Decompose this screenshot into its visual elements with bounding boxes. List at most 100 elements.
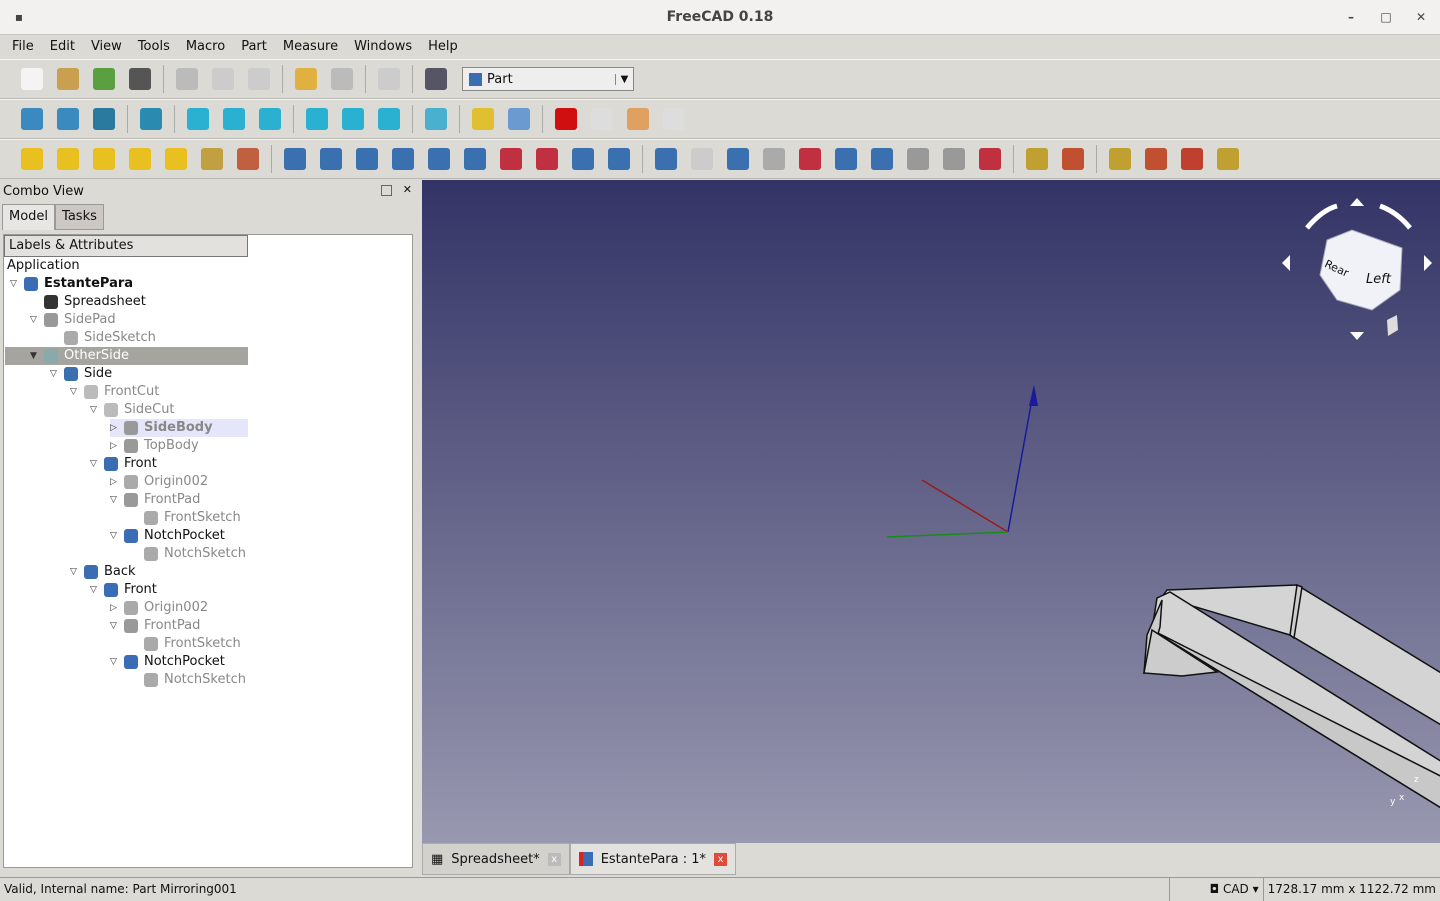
undo-icon[interactable] (295, 68, 317, 90)
mirror-icon[interactable] (356, 148, 378, 170)
menu-windows[interactable]: Windows (346, 36, 420, 58)
copy-icon[interactable] (212, 68, 234, 90)
cut-icon[interactable] (176, 68, 198, 90)
expand-arrow-icon[interactable]: ▽ (110, 617, 124, 635)
view-top-icon[interactable] (223, 108, 245, 130)
whats-this-icon[interactable] (425, 68, 447, 90)
extrude-icon[interactable] (284, 148, 306, 170)
thickness-icon[interactable] (608, 148, 630, 170)
new-icon[interactable] (21, 68, 43, 90)
close-button[interactable]: ✕ (1406, 0, 1436, 34)
check-geometry-icon[interactable] (907, 148, 929, 170)
tree-item-front[interactable]: ▽ Front (90, 581, 157, 599)
tab-model[interactable]: Model (2, 204, 56, 230)
menu-measure[interactable]: Measure (275, 36, 346, 58)
refresh-icon[interactable] (378, 68, 400, 90)
draw-style-icon[interactable] (93, 108, 115, 130)
measure-icon[interactable] (425, 108, 447, 130)
record-macro-icon[interactable] (555, 108, 577, 130)
expand-arrow-icon[interactable]: ▷ (110, 473, 124, 491)
compound-icon[interactable] (871, 148, 893, 170)
tree-item-notchsketch[interactable]: NotchSketch (130, 671, 246, 689)
tree-item-topbody[interactable]: ▷ TopBody (110, 437, 199, 455)
create-primitives-icon[interactable] (201, 148, 223, 170)
fit-selection-icon[interactable] (57, 108, 79, 130)
expand-arrow-icon[interactable]: ▽ (110, 491, 124, 509)
cylinder-icon[interactable] (57, 148, 79, 170)
doc-tab-spreadsheet[interactable]: ▦ Spreadsheet* x (422, 843, 570, 875)
expand-arrow-icon[interactable]: ▽ (10, 275, 24, 293)
tree-item-frontcut[interactable]: ▽ FrontCut (70, 383, 159, 401)
3d-view[interactable]: Rear Left z x y (422, 180, 1440, 843)
menu-file[interactable]: File (4, 36, 42, 58)
tree-item-side[interactable]: ▽ Side (50, 365, 112, 383)
box-icon[interactable] (21, 148, 43, 170)
view-isometric-icon[interactable] (140, 108, 162, 130)
attachment-icon[interactable] (1026, 148, 1048, 170)
group-icon[interactable] (508, 108, 530, 130)
shape-builder-icon[interactable] (237, 148, 259, 170)
doc-tab-estantepara[interactable]: EstantePara : 1* x (569, 843, 737, 875)
tree-item-otherside[interactable]: ▼ OtherSide (5, 347, 248, 365)
chamfer-icon[interactable] (428, 148, 450, 170)
common-icon[interactable] (763, 148, 785, 170)
save-icon[interactable] (93, 68, 115, 90)
expand-arrow-icon[interactable]: ▽ (110, 527, 124, 545)
tree-item-frontsketch[interactable]: FrontSketch (130, 635, 241, 653)
sphere-icon[interactable] (93, 148, 115, 170)
tree-item-notchpocket[interactable]: ▽ NotchPocket (110, 653, 225, 671)
boolean-icon[interactable] (655, 148, 677, 170)
view-right-icon[interactable] (259, 108, 281, 130)
expand-arrow-icon[interactable]: ▽ (110, 653, 124, 671)
view-rear-icon[interactable] (306, 108, 328, 130)
tree-item-sidecut[interactable]: ▽ SideCut (90, 401, 175, 419)
fillet-icon[interactable] (392, 148, 414, 170)
expand-arrow-icon[interactable]: ▼ (30, 347, 44, 365)
expand-arrow-icon[interactable]: ▽ (70, 383, 84, 401)
edit-macro-icon[interactable] (627, 108, 649, 130)
explode-compound-icon[interactable] (1181, 148, 1203, 170)
fuse-icon[interactable] (727, 148, 749, 170)
revolve-icon[interactable] (320, 148, 342, 170)
menu-macro[interactable]: Macro (178, 36, 233, 58)
tree-item-sidepad[interactable]: ▽ SidePad (30, 311, 116, 329)
expand-arrow-icon[interactable]: ▽ (70, 563, 84, 581)
defeaturing-icon[interactable] (943, 148, 965, 170)
attachment-editor-icon[interactable] (1062, 148, 1084, 170)
split-icon[interactable] (835, 148, 857, 170)
menu-view[interactable]: View (83, 36, 130, 58)
tree-item-origin002[interactable]: ▷ Origin002 (110, 473, 208, 491)
paste-icon[interactable] (248, 68, 270, 90)
navigation-style-button[interactable]: ◘ CAD ▾ (1168, 877, 1263, 901)
tree-item-sidebody[interactable]: ▷ SideBody (110, 419, 248, 437)
workbench-selector[interactable]: Part ▼ (462, 67, 634, 91)
tree-item-sidesketch[interactable]: SideSketch (50, 329, 156, 347)
section-icon[interactable] (1109, 148, 1131, 170)
tree-item-estantepara[interactable]: ▽ EstantePara (10, 275, 133, 293)
expand-arrow-icon[interactable]: ▷ (110, 599, 124, 617)
tree-item-spreadsheet[interactable]: Spreadsheet (30, 293, 146, 311)
torus-icon[interactable] (165, 148, 187, 170)
expand-arrow-icon[interactable]: ▽ (30, 311, 44, 329)
view-left-icon[interactable] (378, 108, 400, 130)
print-icon[interactable] (129, 68, 151, 90)
tree-item-frontpad[interactable]: ▽ FrontPad (110, 491, 200, 509)
expand-arrow-icon[interactable]: ▽ (90, 581, 104, 599)
run-macro-icon[interactable] (663, 108, 685, 130)
fit-all-icon[interactable] (21, 108, 43, 130)
tree-item-frontsketch[interactable]: FrontSketch (130, 509, 241, 527)
close-panel-icon[interactable]: ✕ (403, 183, 412, 196)
tree-item-notchpocket[interactable]: ▽ NotchPocket (110, 527, 225, 545)
cone-icon[interactable] (129, 148, 151, 170)
cross-sections-icon[interactable] (979, 148, 1001, 170)
make-face-icon[interactable] (464, 148, 486, 170)
expand-arrow-icon[interactable]: ▽ (90, 455, 104, 473)
slice-icon[interactable] (1145, 148, 1167, 170)
part-icon[interactable] (472, 108, 494, 130)
join-features-icon[interactable] (799, 148, 821, 170)
menu-edit[interactable]: Edit (42, 36, 83, 58)
view-front-icon[interactable] (187, 108, 209, 130)
maximize-button[interactable]: □ (1371, 0, 1401, 34)
close-tab-icon[interactable]: x (714, 852, 728, 866)
expand-arrow-icon[interactable]: ▽ (90, 401, 104, 419)
